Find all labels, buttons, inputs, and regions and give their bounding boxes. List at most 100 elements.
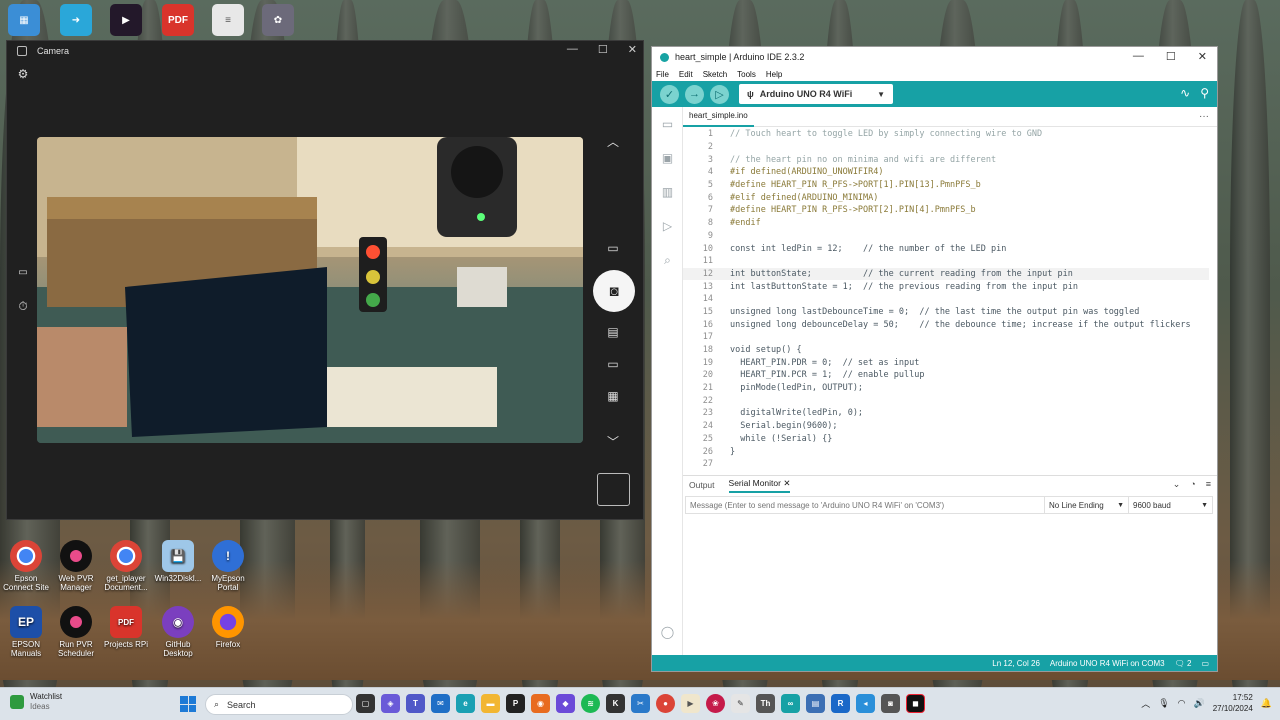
chrome-icon[interactable]: ● [656, 694, 675, 713]
camera-titlebar[interactable]: Camera [7, 41, 643, 61]
panel-toggle-icon[interactable]: ▭ [1201, 659, 1209, 668]
serial-plotter-icon[interactable]: ∿ [1180, 86, 1190, 100]
tab-output[interactable]: Output [689, 480, 715, 490]
serial-message-input[interactable] [686, 497, 1044, 513]
line-ending-select[interactable]: No Line Ending ▼ [1044, 497, 1128, 513]
minimize-icon[interactable]: — [1133, 50, 1144, 63]
board-port-status[interactable]: Arduino UNO R4 WiFi on COM3 [1050, 659, 1165, 668]
taskbar-search[interactable]: ⌕ Search [205, 694, 353, 715]
code-line[interactable]: 22 [683, 394, 1209, 407]
code-line[interactable]: 17 [683, 331, 1209, 344]
code-line[interactable]: 19 HEART_PIN.PDR = 0; // set as input [683, 356, 1209, 369]
outlook-icon[interactable]: ✉ [431, 694, 450, 713]
code-line[interactable]: 14 [683, 293, 1209, 306]
media-player-icon[interactable]: ▶ [110, 4, 142, 36]
arduino-ide-window[interactable]: heart_simple | Arduino IDE 2.3.2 — ☐ ✕ F… [651, 46, 1218, 672]
vscode-icon[interactable]: ◂ [856, 694, 875, 713]
tab-heart-simple[interactable]: heart_simple.ino [683, 107, 754, 127]
terminal-icon[interactable]: P [506, 694, 525, 713]
snipping-icon[interactable]: ✂ [631, 694, 650, 713]
code-line[interactable]: 25 while (!Serial) {} [683, 433, 1209, 446]
wifi-icon[interactable]: ◠ [1178, 698, 1186, 709]
menu-edit[interactable]: Edit [679, 70, 693, 79]
raspberry-pi-icon[interactable]: ❀ [706, 694, 725, 713]
document-icon[interactable]: ≡ [212, 4, 244, 36]
collapse-icon[interactable]: ⌄ [1173, 479, 1181, 490]
document-mode-icon[interactable]: ▤ [603, 325, 623, 339]
menu-sketch[interactable]: Sketch [703, 70, 727, 79]
thonny-icon[interactable]: Th [756, 694, 775, 713]
code-line[interactable]: 23 digitalWrite(ledPin, 0); [683, 407, 1209, 420]
desktop-icon-win32disk[interactable]: 💾 Win32Diskl... [152, 540, 204, 583]
code-line[interactable]: 24 Serial.begin(9600); [683, 420, 1209, 433]
microphone-icon[interactable]: 🎙 [1158, 698, 1169, 709]
copilot-icon[interactable]: ◈ [381, 694, 400, 713]
file-explorer-icon[interactable]: ▬ [481, 694, 500, 713]
upload-button[interactable]: → [685, 84, 704, 104]
code-line[interactable]: 9 [683, 230, 1209, 243]
clear-output-icon[interactable]: ≡ [1206, 479, 1211, 490]
menu-file[interactable]: File [656, 70, 669, 79]
control-panel-icon[interactable]: ▦ [8, 4, 40, 36]
menu-tools[interactable]: Tools [737, 70, 756, 79]
maximize-icon[interactable]: ☐ [1166, 50, 1176, 63]
code-line[interactable]: 3 // the heart pin no on minima and wifi … [683, 153, 1209, 166]
desktop-icon-myepson[interactable]: ! MyEpson Portal [202, 540, 254, 592]
desktop-icon-epson-manuals[interactable]: EP EPSON Manuals [0, 606, 52, 658]
photo-gallery-button[interactable] [597, 473, 630, 506]
close-icon[interactable]: ✕ [628, 43, 637, 56]
film-reel-icon[interactable]: ✿ [262, 4, 294, 36]
desktop-icon-run-pvr[interactable]: Run PVR Scheduler [50, 606, 102, 658]
code-line[interactable]: 18 void setup() { [683, 344, 1209, 357]
code-line[interactable]: 11 [683, 255, 1209, 268]
timer-icon[interactable]: ⏱ [13, 299, 33, 314]
clock[interactable]: 17:52 27/10/2024 [1213, 692, 1253, 714]
chevron-up-icon[interactable]: ︿ [1141, 697, 1150, 710]
pdf-icon[interactable]: PDF [162, 4, 194, 36]
code-line[interactable]: 7 #define HEART_PIN R_PFS->PORT[2].PIN[4]… [683, 204, 1209, 217]
camera-window[interactable]: Camera — ☐ ✕ ⚙ ▭ ⏱ ︿ ▭ ◙ ▤ ▭ ▦ ﹀ [6, 40, 644, 520]
verify-button[interactable]: ✓ [660, 84, 679, 104]
settings-icon[interactable]: ⚙ [13, 67, 33, 81]
more-options-icon[interactable]: ··· [1199, 111, 1209, 122]
code-line[interactable]: 8 #endif [683, 217, 1209, 230]
serial-monitor-icon[interactable]: ⚲ [1200, 86, 1209, 100]
board-selector[interactable]: ψ Arduino UNO R4 WiFi ▼ [739, 84, 893, 104]
code-line[interactable]: 16 unsigned long debounceDelay = 50; // t… [683, 318, 1209, 331]
code-line[interactable]: 21 pinMode(ledPin, OUTPUT); [683, 382, 1209, 395]
notifications[interactable]: 🗨 2 [1175, 659, 1192, 668]
screen-recorder-icon[interactable]: ◼ [906, 694, 925, 713]
camera-taskbar-icon[interactable]: ◙ [881, 694, 900, 713]
desktop-icon-get-iplayer[interactable]: get_iplayer Document... [100, 540, 152, 592]
close-tab-icon[interactable]: ✕ [783, 478, 790, 488]
menu-help[interactable]: Help [766, 70, 782, 79]
volume-icon[interactable]: 🔊 [1194, 698, 1205, 709]
baud-rate-select[interactable]: 9600 baud ▼ [1128, 497, 1212, 513]
search-icon[interactable]: ⌕ [652, 243, 683, 277]
code-line[interactable]: 20 HEART_PIN.PCR = 1; // enable pullup [683, 369, 1209, 382]
desktop-icon-firefox[interactable]: Firefox [202, 606, 254, 649]
firefox-icon[interactable]: ◉ [531, 694, 550, 713]
take-photo-button[interactable]: ◙ [593, 270, 635, 312]
code-line[interactable]: 27 [683, 458, 1209, 471]
profile-icon[interactable]: ◯ [652, 615, 683, 649]
desktop-icon-github[interactable]: ◉ GitHub Desktop [152, 606, 204, 658]
boards-manager-icon[interactable]: ▣ [652, 141, 683, 175]
start-button[interactable] [180, 696, 196, 712]
sketchbook-folder-icon[interactable]: ▭ [652, 107, 683, 141]
maximize-icon[interactable]: ☐ [598, 43, 608, 56]
paint-icon[interactable]: ✎ [731, 694, 750, 713]
code-line[interactable]: 5 #define HEART_PIN R_PFS->PORT[1].PIN[13… [683, 179, 1209, 192]
code-line[interactable]: 26} [683, 445, 1209, 458]
minimize-icon[interactable]: — [567, 43, 578, 56]
vlc-icon[interactable]: ▶ [681, 694, 700, 713]
debug-panel-icon[interactable]: ▷ [652, 209, 683, 243]
arduino-icon[interactable]: ∞ [781, 694, 800, 713]
whiteboard-icon[interactable]: ▭ [603, 357, 623, 371]
code-line[interactable]: 13 int lastButtonState = 1; // the previo… [683, 280, 1209, 293]
widgets-button[interactable]: Watchlist Ideas [10, 692, 62, 712]
close-icon[interactable]: ✕ [1198, 50, 1207, 63]
remote-icon[interactable]: R [831, 694, 850, 713]
spotify-icon[interactable]: ≋ [581, 694, 600, 713]
timestamp-icon[interactable]: ◔ [1190, 479, 1195, 490]
